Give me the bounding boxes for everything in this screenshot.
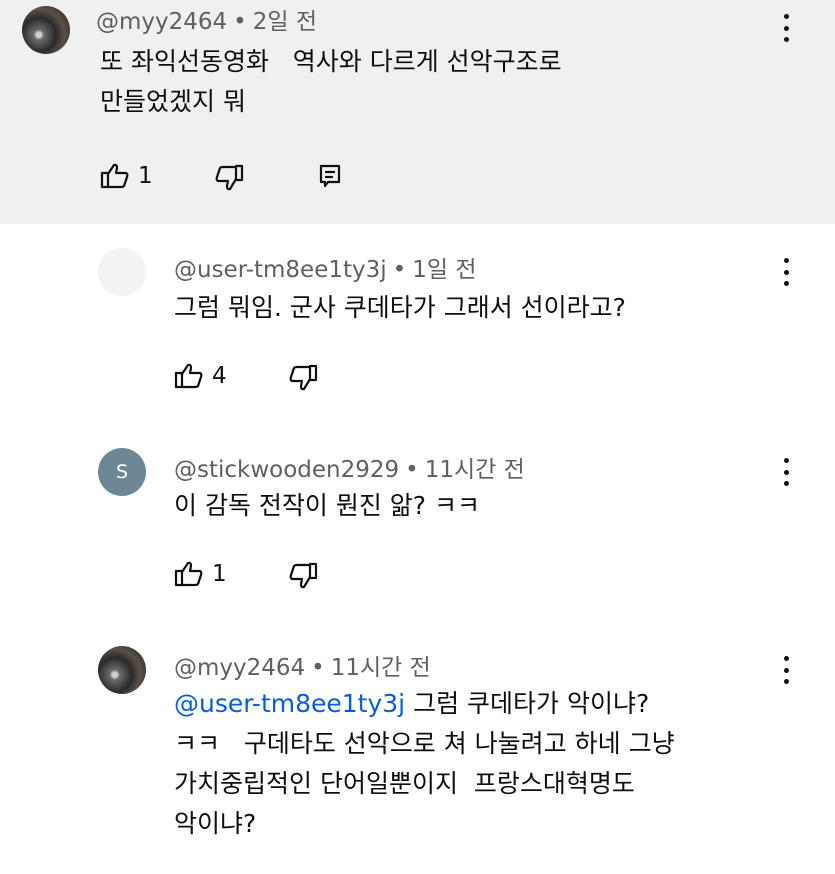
author-name[interactable]: @user-tm8ee1ty3j xyxy=(174,257,387,283)
comment-text-first: 그럼 쿠데타가 악이냐? xyxy=(405,689,650,718)
reply-comment: @user-tm8ee1ty3j • 1일 전 그럼 뭐임. 군사 쿠데타가 그래서… xyxy=(0,240,835,410)
thumbs-down-icon[interactable] xyxy=(288,562,318,590)
separator: • xyxy=(405,457,419,483)
like-button[interactable]: 4 xyxy=(174,362,227,390)
comment-text: 그럼 뭐임. 군사 쿠데타가 그래서 선이라고? xyxy=(174,293,626,322)
comment-meta: @user-tm8ee1ty3j • 1일 전 xyxy=(174,250,476,284)
comment-meta: @myy2464 • 2일 전 xyxy=(96,2,317,36)
thumbs-down-icon[interactable] xyxy=(288,364,318,392)
more-options-icon[interactable] xyxy=(782,656,790,684)
author-name[interactable]: @myy2464 xyxy=(174,655,305,681)
timestamp[interactable]: 11시간 전 xyxy=(425,457,525,483)
like-count: 1 xyxy=(138,163,153,189)
reply-comment: @myy2464 • 11시간 전 @user-tm8ee1ty3j 그럼 쿠데타가… xyxy=(0,636,835,874)
more-options-icon[interactable] xyxy=(782,14,790,42)
like-button[interactable]: 1 xyxy=(100,162,153,190)
comment-text: @user-tm8ee1ty3j 그럼 쿠데타가 악이냐? ㅋㅋ 구데타도 선악… xyxy=(174,684,814,844)
thumbs-down-icon[interactable] xyxy=(214,164,244,192)
thumbs-up-icon xyxy=(174,561,203,587)
reply-comment: S @stickwooden2929 • 11시간 전 이 감독 전작이 뭔진 앎?… xyxy=(0,438,835,608)
author-name[interactable]: @stickwooden2929 xyxy=(174,457,399,483)
separator: • xyxy=(311,655,325,681)
comment-text: 이 감독 전작이 뭔진 앎? ㅋㅋ xyxy=(174,491,481,520)
reply-icon[interactable] xyxy=(318,164,342,188)
author-name[interactable]: @myy2464 xyxy=(96,9,227,35)
like-button[interactable]: 1 xyxy=(174,560,227,588)
timestamp[interactable]: 2일 전 xyxy=(253,9,317,35)
avatar[interactable] xyxy=(98,646,146,694)
comment-text: 또 좌익선동영화 역사와 다르게 선악구조로 만들었겠지 뭐 xyxy=(100,47,562,116)
comment-meta: @myy2464 • 11시간 전 xyxy=(174,648,431,682)
comment-meta: @stickwooden2929 • 11시간 전 xyxy=(174,450,525,484)
avatar[interactable]: S xyxy=(98,448,146,496)
avatar[interactable] xyxy=(22,6,70,54)
like-count: 4 xyxy=(212,363,227,389)
comment-highlighted: @myy2464 • 2일 전 또 좌익선동영화 역사와 다르게 선악구조로 만들었… xyxy=(0,0,835,224)
like-count: 1 xyxy=(212,561,227,587)
separator: • xyxy=(233,9,247,35)
timestamp[interactable]: 11시간 전 xyxy=(331,655,431,681)
separator: • xyxy=(392,257,407,283)
more-options-icon[interactable] xyxy=(782,458,790,486)
avatar[interactable] xyxy=(98,248,146,296)
timestamp[interactable]: 1일 전 xyxy=(412,257,476,283)
thumbs-up-icon xyxy=(174,363,203,389)
mention-link[interactable]: @user-tm8ee1ty3j xyxy=(174,689,405,718)
thumbs-up-icon xyxy=(100,163,129,189)
comment-text-rest: ㅋㅋ 구데타도 선악으로 쳐 나눌려고 하네 그냥 가치중립적인 단어일뿐이지 … xyxy=(174,729,675,838)
more-options-icon[interactable] xyxy=(782,258,790,286)
